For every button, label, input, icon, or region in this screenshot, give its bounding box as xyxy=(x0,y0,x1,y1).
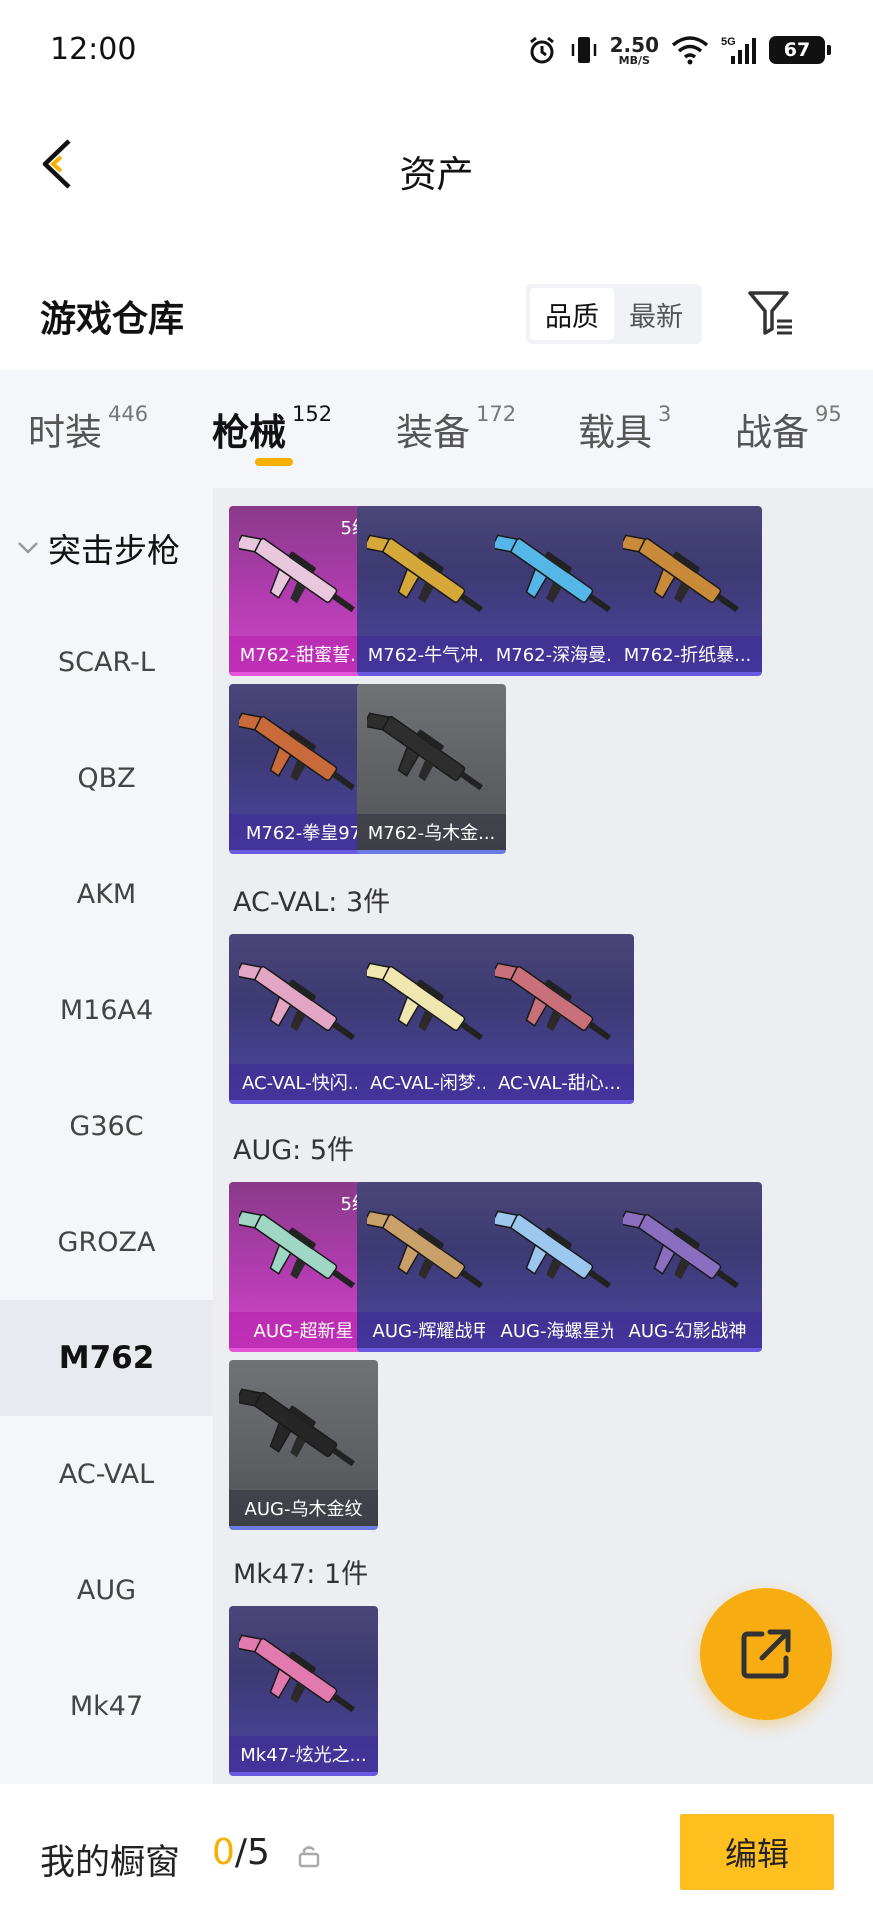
battery-indicator: 67 xyxy=(769,36,831,64)
item-name: AUG-辉耀战甲 xyxy=(357,1312,506,1348)
m762-skin-card[interactable]: M762-折纸暴... xyxy=(613,506,762,676)
ac-val-skin-card[interactable]: AC-VAL-闲梦... xyxy=(357,934,506,1104)
svg-text:5G: 5G xyxy=(721,36,736,48)
share-fab-button[interactable] xyxy=(700,1588,832,1720)
aug-skin-card[interactable]: AUG-辉耀战甲 xyxy=(357,1182,506,1352)
gun-image xyxy=(367,534,484,613)
sidebar-item-m16a4[interactable]: M16A4 xyxy=(0,952,213,1068)
warehouse-title: 游戏仓库 xyxy=(40,299,185,340)
showcase-bar: 我的橱窗 0/5 编辑 xyxy=(0,1784,873,1920)
tab-firearms[interactable]: 枪械 152 xyxy=(212,402,332,456)
header: 资产 xyxy=(0,100,873,230)
item-name: AC-VAL-闲梦... xyxy=(357,1064,506,1100)
sort-quality-option[interactable]: 品质 xyxy=(530,288,614,340)
signal-5g-icon: 5G xyxy=(721,34,757,66)
m762-skin-card[interactable]: 5级 M762-甜蜜誓... xyxy=(229,506,378,676)
ac-val-skin-card[interactable]: AC-VAL-甜心... xyxy=(485,934,634,1104)
share-external-icon xyxy=(741,1629,791,1679)
sidebar-item-aug[interactable]: AUG xyxy=(0,1532,213,1648)
tab-equipment[interactable]: 装备 172 xyxy=(396,402,516,456)
sidebar-item-groza[interactable]: GROZA xyxy=(0,1184,213,1300)
item-name: M762-甜蜜誓... xyxy=(229,636,378,672)
vibrate-icon xyxy=(570,34,598,66)
showcase-title: 我的橱窗 xyxy=(40,1843,181,1883)
section-title-aug: AUG: 5件 xyxy=(233,1135,355,1166)
chevron-down-icon xyxy=(18,542,38,554)
item-name: AUG-超新星 xyxy=(229,1312,378,1348)
sort-toggle: 品质 最新 xyxy=(526,284,702,344)
gun-image xyxy=(239,1634,356,1713)
network-speed: 2.50 MB/S xyxy=(609,32,659,67)
mk47-skin-card[interactable]: Mk47-炫光之... xyxy=(229,1606,378,1776)
gun-image xyxy=(495,534,612,613)
gun-image xyxy=(623,1210,740,1289)
aug-skin-card[interactable]: AUG-海螺星光 xyxy=(485,1182,634,1352)
tab-active-indicator xyxy=(255,458,293,466)
item-name: M762-折纸暴... xyxy=(613,636,762,672)
wifi-icon xyxy=(671,35,709,65)
item-name: AC-VAL-快闪... xyxy=(229,1064,378,1100)
status-bar: 12:00 2.50 MB/S 5G 67 xyxy=(0,0,873,100)
sidebar-item-akm[interactable]: AKM xyxy=(0,836,213,952)
page-title: 资产 xyxy=(399,153,474,196)
alarm-icon xyxy=(526,34,558,66)
status-time: 12:00 xyxy=(50,32,137,67)
gun-image xyxy=(367,712,484,791)
gun-image xyxy=(239,712,356,791)
section-title-mk47: Mk47: 1件 xyxy=(233,1559,369,1590)
item-name: AC-VAL-甜心... xyxy=(485,1064,634,1100)
lock-icon xyxy=(298,1844,320,1872)
category-tabs: 时装 446 枪械 152 装备 172 载具 3 战备 95 xyxy=(0,370,873,488)
sidebar-item-ac-val[interactable]: AC-VAL xyxy=(0,1416,213,1532)
tab-vehicles[interactable]: 载具 3 xyxy=(578,402,671,456)
item-name: AUG-乌木金纹 xyxy=(229,1490,378,1526)
weapon-sidebar: 突击步枪 SCAR-L QBZ AKM M16A4 G36C GROZA M76… xyxy=(0,488,213,1784)
item-name: Mk47-炫光之... xyxy=(229,1736,378,1772)
item-name: M762-牛气冲... xyxy=(357,636,506,672)
status-icons: 2.50 MB/S 5G 67 xyxy=(526,30,831,70)
ac-val-skin-card[interactable]: AC-VAL-快闪... xyxy=(229,934,378,1104)
m762-skin-card[interactable]: M762-拳皇97 xyxy=(229,684,378,854)
sidebar-group-assault-rifles[interactable]: 突击步枪 xyxy=(16,524,180,572)
warehouse-header: 游戏仓库 品质 最新 xyxy=(0,260,873,370)
tab-supplies[interactable]: 战备 95 xyxy=(735,402,842,456)
item-name: M762-乌木金... xyxy=(357,814,506,850)
gun-image xyxy=(367,962,484,1041)
showcase-count: 0/5 xyxy=(212,1832,270,1873)
sidebar-item-mk47[interactable]: Mk47 xyxy=(0,1648,213,1764)
sort-newest-option[interactable]: 最新 xyxy=(614,288,698,340)
aug-skin-card[interactable]: AUG-乌木金纹 xyxy=(229,1360,378,1530)
section-title-ac-val: AC-VAL: 3件 xyxy=(233,887,391,918)
m762-skin-card[interactable]: M762-乌木金... xyxy=(357,684,506,854)
item-name: AUG-海螺星光 xyxy=(485,1312,634,1348)
filter-button[interactable] xyxy=(742,284,800,344)
item-name: AUG-幻影战神 xyxy=(613,1312,762,1348)
gun-image xyxy=(367,1210,484,1289)
sidebar-item-scar-l[interactable]: SCAR-L xyxy=(0,604,213,720)
m762-skin-card[interactable]: M762-牛气冲... xyxy=(357,506,506,676)
sidebar-item-g36c[interactable]: G36C xyxy=(0,1068,213,1184)
sidebar-item-m762[interactable]: M762 xyxy=(0,1300,213,1416)
gun-image xyxy=(495,1210,612,1289)
filter-icon xyxy=(748,291,792,335)
m762-skin-card[interactable]: M762-深海曼... xyxy=(485,506,634,676)
sidebar-item-qbz[interactable]: QBZ xyxy=(0,720,213,836)
gun-image xyxy=(239,962,356,1041)
gun-image xyxy=(495,962,612,1041)
item-name: M762-拳皇97 xyxy=(229,814,378,850)
aug-skin-card[interactable]: AUG-幻影战神 xyxy=(613,1182,762,1352)
gun-image xyxy=(239,1388,356,1467)
item-name: M762-深海曼... xyxy=(485,636,634,672)
tab-fashion[interactable]: 时装 446 xyxy=(28,402,148,456)
aug-skin-card[interactable]: 5级 AUG-超新星 xyxy=(229,1182,378,1352)
gun-image xyxy=(623,534,740,613)
edit-button[interactable]: 编辑 xyxy=(680,1814,834,1890)
